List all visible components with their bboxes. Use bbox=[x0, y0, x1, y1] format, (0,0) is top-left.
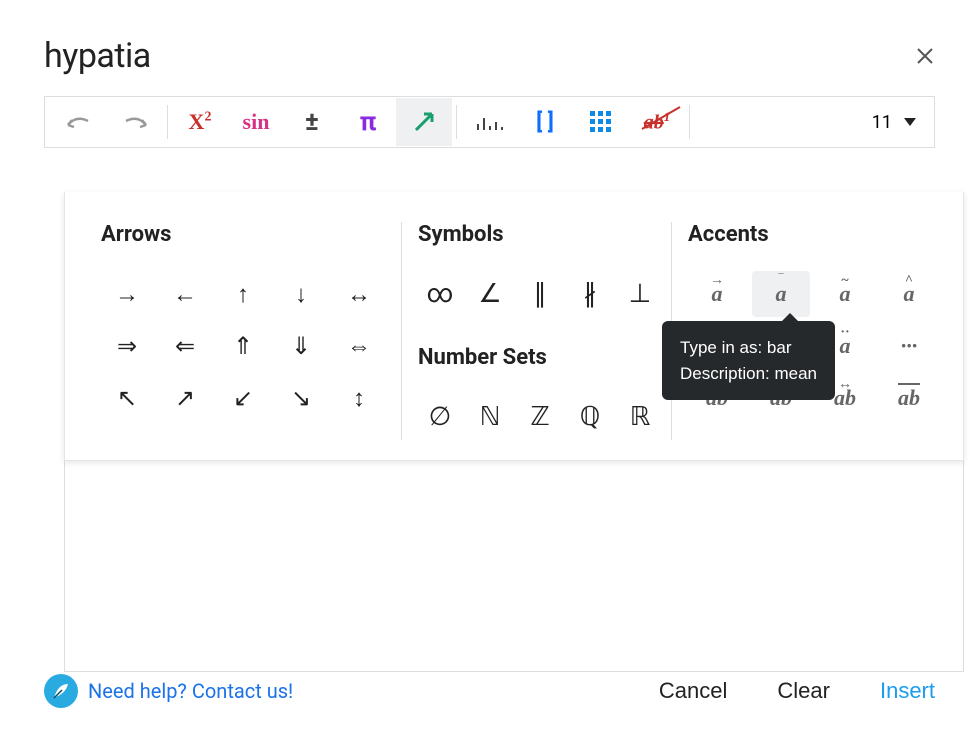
arrows-panel-button[interactable] bbox=[396, 98, 452, 146]
toolbar-separator bbox=[689, 105, 690, 139]
arrow-symbol[interactable]: ↖ bbox=[101, 375, 153, 421]
arrow-symbol[interactable]: ↘ bbox=[275, 375, 327, 421]
arrow-symbol[interactable]: ↓ bbox=[275, 271, 327, 317]
help-text: Need help? Contact us! bbox=[88, 679, 293, 703]
toolbar-separator bbox=[456, 105, 457, 139]
matrix-button[interactable] bbox=[573, 98, 629, 146]
arrow-symbol[interactable]: ⇔ bbox=[333, 323, 385, 369]
arrow-symbol[interactable]: ↔ bbox=[333, 271, 385, 317]
font-size-selector[interactable]: 11 bbox=[860, 112, 928, 133]
brackets-button[interactable]: [ ] bbox=[517, 98, 573, 146]
chevron-down-icon bbox=[904, 118, 916, 126]
strike-button[interactable]: ab1 bbox=[629, 98, 685, 146]
insert-button[interactable]: Insert bbox=[880, 678, 935, 704]
exponent-button[interactable]: X2 bbox=[172, 98, 228, 146]
math-symbol[interactable]: ⊥ bbox=[618, 271, 662, 317]
equation-editor-dialog: hypatia X2 sin ± π [ ] ab1 11 Arrows →←↑… bbox=[24, 24, 955, 724]
pi-button[interactable]: π bbox=[340, 98, 396, 146]
dialog-title: hypatia bbox=[44, 36, 151, 76]
symbols-section: Symbols ∞∠∥∦⊥ Number Sets ∅ℕℤℚℝ bbox=[402, 222, 672, 440]
arrow-symbol[interactable]: ⇐ bbox=[159, 323, 211, 369]
arrow-symbol[interactable]: ⇓ bbox=[275, 323, 327, 369]
feather-icon bbox=[44, 674, 78, 708]
close-icon[interactable] bbox=[915, 46, 935, 66]
dialog-header: hypatia bbox=[24, 24, 955, 96]
symbol-panel: Arrows →←↑↓↔ ⇒⇐⇑⇓⇔ ↖↗↙↘↕ Symbols ∞∠∥∦⊥ Num… bbox=[64, 192, 964, 461]
accents-heading: Accents bbox=[688, 222, 938, 247]
arrows-section: Arrows →←↑↓↔ ⇒⇐⇑⇓⇔ ↖↗↙↘↕ bbox=[85, 222, 402, 440]
accents-section: Accents a→a‾Type in as: barDescription: … bbox=[672, 222, 954, 440]
number-set-symbol[interactable]: ℝ bbox=[618, 394, 662, 440]
accent-symbol[interactable]: ··· bbox=[880, 323, 938, 369]
accent-symbol[interactable]: a→ bbox=[688, 271, 746, 317]
clear-button[interactable]: Clear bbox=[777, 678, 830, 704]
number-set-symbol[interactable]: ℚ bbox=[568, 394, 612, 440]
symbols-heading: Symbols bbox=[418, 222, 655, 247]
stats-button[interactable] bbox=[461, 98, 517, 146]
accent-symbol[interactable]: ab bbox=[880, 375, 938, 421]
number-sets-heading: Number Sets bbox=[418, 345, 655, 370]
toolbar-separator bbox=[167, 105, 168, 139]
accent-symbol[interactable]: a‾Type in as: barDescription: mean bbox=[752, 271, 810, 317]
arrow-symbol[interactable]: ↙ bbox=[217, 375, 269, 421]
arrow-symbol[interactable]: ⇑ bbox=[217, 323, 269, 369]
number-set-symbol[interactable]: ℕ bbox=[468, 394, 512, 440]
math-symbol[interactable]: ∞ bbox=[418, 271, 462, 317]
font-size-value: 11 bbox=[872, 112, 892, 133]
arrow-symbol[interactable]: ↕ bbox=[333, 375, 385, 421]
tooltip: Type in as: barDescription: mean bbox=[662, 321, 835, 400]
redo-button[interactable] bbox=[107, 98, 163, 146]
number-set-symbol[interactable]: ∅ bbox=[418, 394, 462, 440]
math-symbol[interactable]: ∦ bbox=[568, 271, 612, 317]
math-symbol[interactable]: ∥ bbox=[518, 271, 562, 317]
arrow-symbol[interactable]: ← bbox=[159, 271, 211, 317]
toolbar: X2 sin ± π [ ] ab1 11 bbox=[44, 96, 935, 148]
help-link[interactable]: Need help? Contact us! bbox=[44, 674, 293, 708]
accent-symbol[interactable]: a^ bbox=[880, 271, 938, 317]
number-set-symbol[interactable]: ℤ bbox=[518, 394, 562, 440]
arrow-symbol[interactable]: → bbox=[101, 271, 153, 317]
arrows-heading: Arrows bbox=[101, 222, 385, 247]
math-symbol[interactable]: ∠ bbox=[468, 271, 512, 317]
dialog-footer: Need help? Contact us! Cancel Clear Inse… bbox=[44, 658, 935, 724]
accent-symbol[interactable]: a~ bbox=[816, 271, 874, 317]
undo-button[interactable] bbox=[51, 98, 107, 146]
plus-minus-button[interactable]: ± bbox=[284, 98, 340, 146]
trig-button[interactable]: sin bbox=[228, 98, 284, 146]
arrow-symbol[interactable]: ↗ bbox=[159, 375, 211, 421]
arrow-symbol[interactable]: ↑ bbox=[217, 271, 269, 317]
arrow-symbol[interactable]: ⇒ bbox=[101, 323, 153, 369]
cancel-button[interactable]: Cancel bbox=[659, 678, 727, 704]
